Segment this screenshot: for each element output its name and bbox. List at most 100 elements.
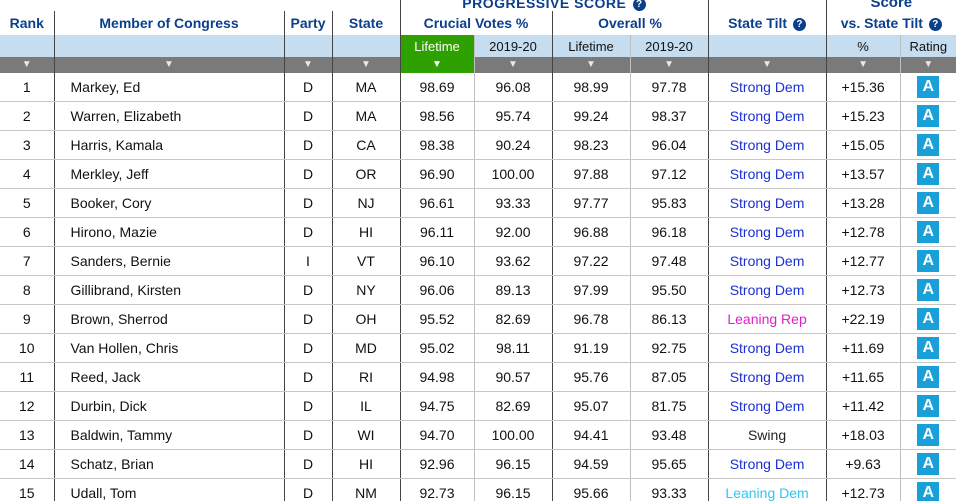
col-header-rank[interactable]: Rank <box>0 11 54 35</box>
rating-badge[interactable]: A <box>917 250 940 272</box>
state-tilt-cell: Strong Dem <box>707 275 827 305</box>
rating-cell: A <box>899 159 956 189</box>
crucial-lifetime-cell: 95.02 <box>399 333 474 363</box>
sort-arrow-icon[interactable]: ▼ <box>0 57 54 73</box>
crucial-2019-cell: 96.08 <box>473 73 552 102</box>
member-name-link[interactable]: Merkley, Jeff <box>53 159 284 189</box>
rating-badge[interactable]: A <box>917 192 940 214</box>
crucial-2019-cell: 93.62 <box>473 246 552 276</box>
sort-arrow-icon[interactable]: ▼ <box>899 57 956 73</box>
state-tilt-cell: Strong Dem <box>707 159 827 189</box>
sort-arrow-icon[interactable]: ▼ <box>707 57 827 73</box>
col-header-overall: Overall % <box>551 11 709 35</box>
member-name-link[interactable]: Harris, Kamala <box>53 130 284 160</box>
subheader-crucial-2019[interactable]: 2019-20 <box>473 35 552 57</box>
vs-tilt-cell: +15.05 <box>825 130 901 160</box>
crucial-lifetime-cell: 92.96 <box>399 449 474 479</box>
sort-arrow-icon[interactable]: ▼ <box>283 57 332 73</box>
party-cell: D <box>283 159 332 189</box>
sort-arrow-icon[interactable]: ▼ <box>473 57 552 73</box>
table-row: 1 Markey, Ed D MA 98.69 96.08 98.99 97.7… <box>0 73 956 102</box>
rating-badge[interactable]: A <box>917 221 940 243</box>
progressive-score-heading: PROGRESSIVE SCORE ? <box>399 0 709 11</box>
crucial-2019-cell: 96.15 <box>473 478 552 501</box>
table-row: 15 Udall, Tom D NM 92.73 96.15 95.66 93.… <box>0 478 956 501</box>
rating-badge[interactable]: A <box>917 163 940 185</box>
state-cell: MA <box>331 73 400 102</box>
crucial-2019-cell: 90.24 <box>473 130 552 160</box>
rating-badge[interactable]: A <box>917 308 940 330</box>
col-header-state[interactable]: State <box>331 11 400 35</box>
overall-2019-cell: 97.78 <box>629 73 709 102</box>
rank-cell: 7 <box>0 246 54 276</box>
crucial-lifetime-cell: 94.98 <box>399 362 474 392</box>
member-name-link[interactable]: Markey, Ed <box>53 73 284 102</box>
sort-arrow-icon[interactable]: ▼ <box>629 57 709 73</box>
member-name-link[interactable]: Sanders, Bernie <box>53 246 284 276</box>
state-cell: OH <box>331 304 400 334</box>
rating-badge[interactable]: A <box>917 366 940 388</box>
state-tilt-cell: Strong Dem <box>707 217 827 247</box>
member-name-link[interactable]: Van Hollen, Chris <box>53 333 284 363</box>
crucial-lifetime-cell: 98.69 <box>399 73 474 102</box>
party-cell: D <box>283 449 332 479</box>
overall-lifetime-cell: 98.23 <box>551 130 630 160</box>
rank-cell: 12 <box>0 391 54 421</box>
member-name-link[interactable]: Schatz, Brian <box>53 449 284 479</box>
col-header-state-tilt[interactable]: State Tilt ? <box>707 11 827 35</box>
member-name-link[interactable]: Hirono, Mazie <box>53 217 284 247</box>
state-cell: VT <box>331 246 400 276</box>
party-cell: D <box>283 420 332 450</box>
vs-tilt-cell: +13.28 <box>825 188 901 218</box>
rating-badge[interactable]: A <box>917 134 940 156</box>
help-icon[interactable]: ? <box>792 18 806 31</box>
vs-tilt-cell: +12.73 <box>825 275 901 305</box>
table-row: 12 Durbin, Dick D IL 94.75 82.69 95.07 8… <box>0 391 956 421</box>
member-name-link[interactable]: Durbin, Dick <box>53 391 284 421</box>
rating-badge[interactable]: A <box>917 279 940 301</box>
rating-badge[interactable]: A <box>917 76 940 98</box>
state-tilt-cell: Strong Dem <box>707 101 827 131</box>
sort-arrow-icon[interactable]: ▼ <box>399 57 474 73</box>
vs-tilt-cell: +15.36 <box>825 73 901 102</box>
sort-arrow-icon[interactable]: ▼ <box>53 57 284 73</box>
rating-cell: A <box>899 246 956 276</box>
table-row: 3 Harris, Kamala D CA 98.38 90.24 98.23 … <box>0 130 956 160</box>
member-name-link[interactable]: Booker, Cory <box>53 188 284 218</box>
subheader-overall-2019[interactable]: 2019-20 <box>629 35 709 57</box>
state-tilt-cell: Swing <box>707 420 827 450</box>
rating-badge[interactable]: A <box>917 482 940 501</box>
subheader-crucial-lifetime[interactable]: Lifetime <box>399 35 474 57</box>
member-name-link[interactable]: Udall, Tom <box>53 478 284 501</box>
rating-cell: A <box>899 217 956 247</box>
col-header-party[interactable]: Party <box>283 11 332 35</box>
state-tilt-cell: Strong Dem <box>707 246 827 276</box>
rating-badge[interactable]: A <box>917 337 940 359</box>
rating-badge[interactable]: A <box>917 105 940 127</box>
vs-tilt-cell: +15.23 <box>825 101 901 131</box>
member-name-link[interactable]: Baldwin, Tammy <box>53 420 284 450</box>
state-cell: HI <box>331 217 400 247</box>
member-name-link[interactable]: Brown, Sherrod <box>53 304 284 334</box>
subheader-overall-lifetime[interactable]: Lifetime <box>551 35 630 57</box>
help-icon[interactable]: ? <box>632 0 646 11</box>
rank-cell: 2 <box>0 101 54 131</box>
member-name-link[interactable]: Reed, Jack <box>53 362 284 392</box>
member-name-link[interactable]: Warren, Elizabeth <box>53 101 284 131</box>
subheader-rating[interactable]: Rating <box>899 35 956 57</box>
party-cell: I <box>283 246 332 276</box>
vs-tilt-cell: +12.78 <box>825 217 901 247</box>
rating-badge[interactable]: A <box>917 395 940 417</box>
sort-arrow-icon[interactable]: ▼ <box>825 57 901 73</box>
subheader-pct[interactable]: % <box>825 35 901 57</box>
col-header-member[interactable]: Member of Congress <box>53 11 284 35</box>
rating-badge[interactable]: A <box>917 453 940 475</box>
rating-badge[interactable]: A <box>917 424 940 446</box>
table-row: 7 Sanders, Bernie I VT 96.10 93.62 97.22… <box>0 246 956 276</box>
rating-cell: A <box>899 304 956 334</box>
help-icon[interactable]: ? <box>928 18 942 31</box>
member-name-link[interactable]: Gillibrand, Kirsten <box>53 275 284 305</box>
sort-arrow-icon[interactable]: ▼ <box>331 57 400 73</box>
sort-arrow-icon[interactable]: ▼ <box>551 57 630 73</box>
overall-lifetime-cell: 97.99 <box>551 275 630 305</box>
